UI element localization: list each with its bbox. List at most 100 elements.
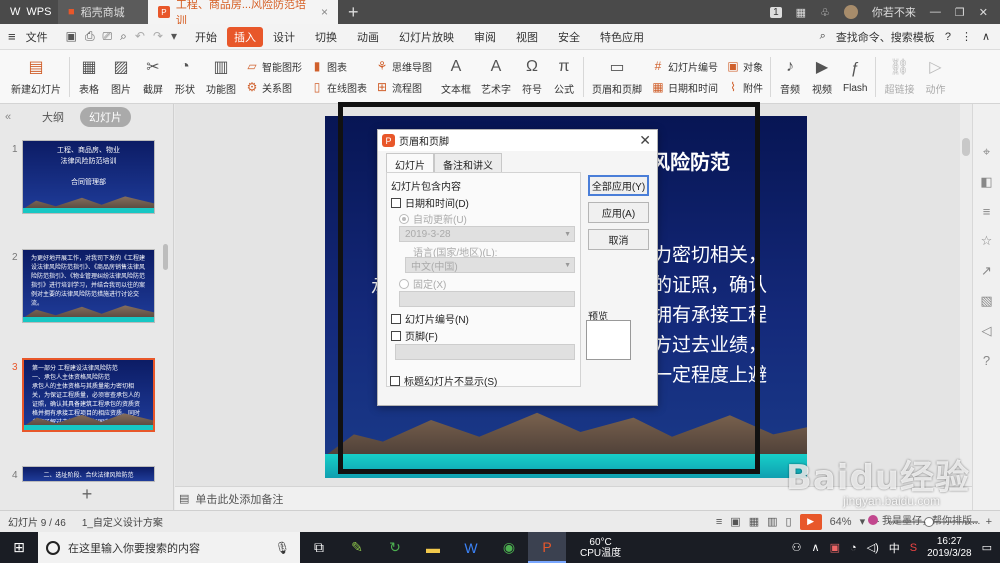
collapse-pane-icon[interactable]: « [5, 111, 11, 123]
image-icon[interactable]: ▧ [980, 293, 992, 309]
task-view-icon[interactable]: ⧉ [300, 532, 338, 563]
scrollbar-thumb[interactable] [962, 138, 970, 156]
menu-design[interactable]: 设计 [263, 29, 305, 45]
search-icon[interactable]: ⌕ [820, 30, 826, 43]
new-tab-icon[interactable]: + [338, 0, 369, 24]
checkbox-box[interactable] [390, 375, 400, 386]
function-chart-button[interactable]: ▥ 功能图 [201, 53, 241, 101]
symbol-button[interactable]: Ω 符号 [516, 53, 548, 101]
cancel-button[interactable]: 取消 [588, 229, 649, 250]
notes-placeholder[interactable]: 单击此处添加备注 [195, 491, 283, 507]
hyperlink-button[interactable]: ⛓ 超链接 [879, 53, 919, 101]
shirt-icon[interactable]: ♧ [820, 6, 830, 19]
shape-button[interactable]: ◔ 形状 [169, 53, 201, 101]
checkbox-box[interactable] [391, 197, 401, 208]
slide-thumbnail[interactable]: 为更好地开展工作，对我司下发的《工程建设法律风险防范指引》、《商品房销售法律风险… [22, 249, 155, 323]
menu-insert[interactable]: 插入 [227, 26, 264, 47]
menu-slideshow[interactable]: 幻灯片放映 [389, 29, 464, 45]
slide-number-button[interactable]: # 幻灯片编号 [651, 59, 718, 74]
slide-thumbnail[interactable]: 工程、商品房、物业 法律风险防范培训 合同管理部 [22, 140, 155, 214]
show-hidden-icon[interactable]: ∧ [812, 541, 820, 554]
close-tab-icon[interactable]: × [321, 5, 328, 19]
zoom-value[interactable]: 64% [830, 516, 852, 528]
share-icon[interactable]: ↗ [981, 263, 992, 279]
relation-button[interactable]: ⚙ 关系图 [245, 80, 302, 95]
wordart-button[interactable]: A 艺术字 [476, 53, 516, 101]
dialog-titlebar[interactable]: P 页眉和页脚 ✕ [378, 130, 657, 151]
avatar[interactable] [843, 5, 858, 19]
network-icon[interactable]: ◔ [850, 542, 857, 554]
menu-start[interactable]: 开始 [185, 29, 227, 45]
fixed-radio[interactable]: 固定(X) [399, 276, 446, 291]
command-search[interactable]: 查找命令、搜索模板 [836, 29, 935, 45]
new-slide-button[interactable]: ▤ 新建幻灯片 [6, 53, 66, 101]
play-slideshow-icon[interactable]: ▶ [799, 513, 822, 530]
sidebar-style-icon[interactable]: ◧ [980, 174, 992, 190]
add-slide-icon[interactable]: + [0, 484, 174, 505]
cpu-temp-widget[interactable]: 60°C CPU温度 [566, 537, 635, 559]
apply-button[interactable]: 应用(A) [588, 202, 649, 223]
print-icon[interactable]: ⎚ [103, 29, 113, 44]
print-preview-icon[interactable]: ⌕ [120, 29, 127, 44]
grid-icon[interactable]: ▦ [796, 6, 806, 19]
help-side-icon[interactable]: ? [983, 353, 990, 368]
taskbar-search[interactable]: 在这里输入你要搜索的内容 🎙 [38, 532, 300, 563]
textbox-button[interactable]: A 文本框 [436, 53, 476, 101]
chevron-down-icon[interactable]: ▾ [171, 29, 177, 44]
reading-view-icon[interactable]: ▥ [767, 515, 777, 528]
flowchart-button[interactable]: ⊞ 流程图 [375, 80, 432, 95]
apply-all-button[interactable]: 全部应用(Y) [588, 175, 649, 196]
save-icon[interactable]: ▣ [66, 29, 77, 44]
notes-toggle-icon[interactable]: ≡ [716, 516, 722, 528]
footer-checkbox[interactable]: 页脚(F) [391, 328, 438, 343]
language-select[interactable]: 中文(中国) ▼ [405, 257, 575, 273]
checkbox-box[interactable] [391, 330, 401, 341]
attachment-button[interactable]: ⌇ 附件 [726, 80, 763, 95]
hide-on-title-checkbox[interactable]: 标题幻灯片不显示(S) [390, 373, 497, 388]
menu-file[interactable]: 文件 [16, 29, 58, 45]
online-chart-button[interactable]: ▯ 在线图表 [310, 80, 367, 95]
menu-review[interactable]: 审阅 [464, 29, 506, 45]
smart-graphic-button[interactable]: ▱ 智能图形 [245, 59, 302, 74]
sidebar-tool-icon[interactable]: ⌖ [983, 144, 990, 160]
page-count-badge[interactable]: 1 [770, 6, 782, 18]
date-format-select[interactable]: 2019-3-28 ▼ [399, 226, 575, 242]
chart-button[interactable]: ▮ 图表 [310, 59, 367, 74]
close-icon[interactable]: ✕ [639, 132, 651, 149]
sorter-view-icon[interactable]: ▦ [749, 515, 759, 528]
volume-icon[interactable]: ◁) [867, 541, 879, 554]
ime-indicator[interactable]: 中 [889, 540, 900, 556]
formula-button[interactable]: π 公式 [548, 53, 580, 101]
slide-number-checkbox[interactable]: 幻灯片编号(N) [391, 311, 469, 326]
file-explorer-icon[interactable]: ▬ [414, 532, 452, 563]
radio-dot[interactable] [399, 278, 409, 289]
slide-thumbnail[interactable]: 二、选址阶段、合伙法律风险防范 [22, 466, 155, 482]
collapse-ribbon-icon[interactable]: ∧ [982, 30, 990, 43]
date-time-checkbox[interactable]: 日期和时间(D) [391, 195, 469, 210]
picture-button[interactable]: ▨ 图片 [105, 53, 137, 101]
normal-view-icon[interactable]: ▣ [730, 515, 740, 528]
restore-icon[interactable]: ❐ [955, 6, 965, 19]
action-button[interactable]: ▷ 动作 [919, 53, 951, 101]
windows-start-icon[interactable]: ⊞ [0, 539, 38, 556]
help-icon[interactable]: ? [945, 31, 951, 43]
mindmap-button[interactable]: ⚘ 思维导图 [375, 59, 432, 74]
wps-presentation-app-icon[interactable]: P [528, 532, 566, 563]
zoom-in-icon[interactable]: + [986, 516, 992, 528]
redo-icon[interactable]: ↷ [153, 29, 163, 44]
undo-icon[interactable]: ↶ [135, 29, 145, 44]
export-pdf-icon[interactable]: ⎙ [85, 29, 95, 44]
audio-button[interactable]: ♪ 音频 [774, 53, 806, 101]
video-button[interactable]: ▶ 视频 [806, 53, 838, 101]
notification-icon[interactable]: ▭ [982, 541, 992, 554]
antivirus-icon[interactable]: S [910, 542, 917, 554]
tab-wps[interactable]: W WPS [0, 0, 58, 24]
audio-side-icon[interactable]: ◁ [982, 323, 992, 339]
chevron-down-icon[interactable]: ▾ [860, 515, 866, 528]
star-icon[interactable]: ☆ [981, 233, 993, 249]
checkbox-box[interactable] [391, 313, 401, 324]
people-icon[interactable]: ⚇ [792, 541, 802, 554]
minimize-icon[interactable]: — [930, 6, 941, 18]
more-icon[interactable]: ⋮ [961, 30, 972, 43]
menu-transition[interactable]: 切换 [305, 29, 347, 45]
